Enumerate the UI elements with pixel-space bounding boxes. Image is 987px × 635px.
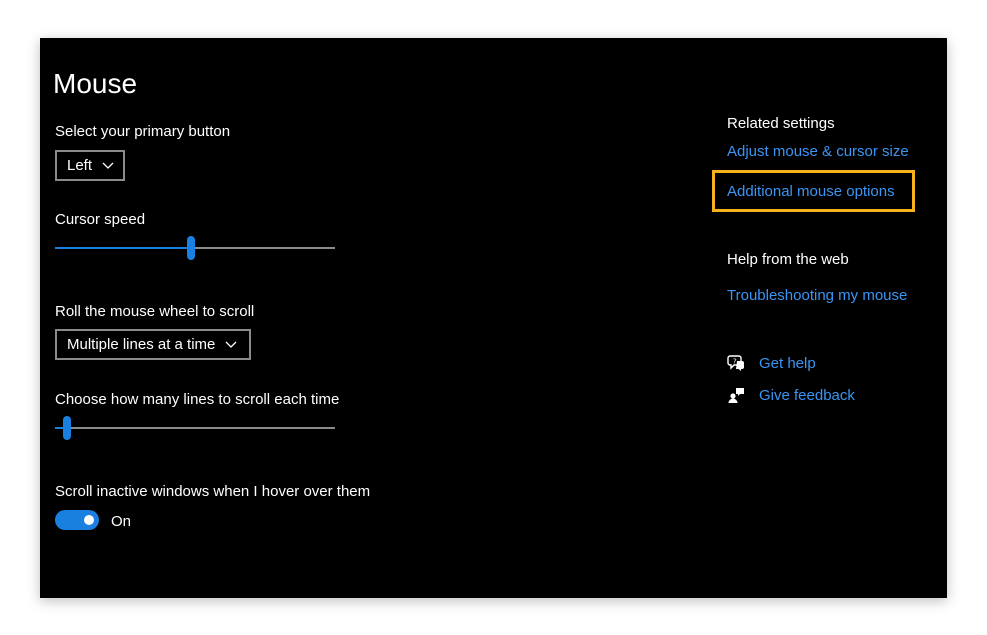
- cursor-speed-slider[interactable]: [55, 236, 335, 260]
- get-help-icon: ?: [727, 355, 744, 371]
- chevron-down-icon: [102, 162, 114, 169]
- page-title: Mouse: [53, 68, 138, 99]
- toggle-knob: [84, 515, 94, 525]
- wheel-scroll-label: Roll the mouse wheel to scroll: [55, 303, 255, 320]
- chevron-down-icon: [225, 341, 237, 348]
- primary-button-label: Select your primary button: [55, 123, 231, 140]
- related-settings-heading: Related settings: [727, 115, 835, 132]
- slider-fill: [55, 247, 191, 249]
- svg-text:?: ?: [733, 358, 737, 366]
- toggle-state-text: On: [111, 513, 132, 530]
- slider-thumb[interactable]: [63, 416, 71, 440]
- get-help-link[interactable]: Get help: [759, 355, 816, 372]
- help-web-heading: Help from the web: [727, 251, 849, 268]
- troubleshooting-link[interactable]: Troubleshooting my mouse: [727, 287, 907, 304]
- inactive-scroll-toggle[interactable]: [55, 510, 99, 530]
- wheel-scroll-value: Multiple lines at a time: [67, 336, 216, 353]
- primary-button-dropdown[interactable]: Left: [55, 150, 125, 181]
- settings-window: Mouse Select your primary button Left Cu…: [40, 38, 947, 598]
- wheel-scroll-dropdown[interactable]: Multiple lines at a time: [55, 329, 251, 360]
- scroll-lines-slider[interactable]: [55, 416, 335, 440]
- slider-track: [55, 427, 335, 429]
- slider-thumb[interactable]: [187, 236, 195, 260]
- give-feedback-icon: [728, 388, 744, 403]
- additional-mouse-options-link[interactable]: Additional mouse options: [727, 183, 895, 200]
- inactive-scroll-label: Scroll inactive windows when I hover ove…: [55, 483, 371, 500]
- adjust-cursor-size-link[interactable]: Adjust mouse & cursor size: [727, 143, 909, 160]
- give-feedback-link[interactable]: Give feedback: [759, 387, 855, 404]
- scroll-lines-label: Choose how many lines to scroll each tim…: [55, 391, 340, 408]
- primary-button-value: Left: [67, 157, 93, 174]
- cursor-speed-label: Cursor speed: [55, 211, 146, 228]
